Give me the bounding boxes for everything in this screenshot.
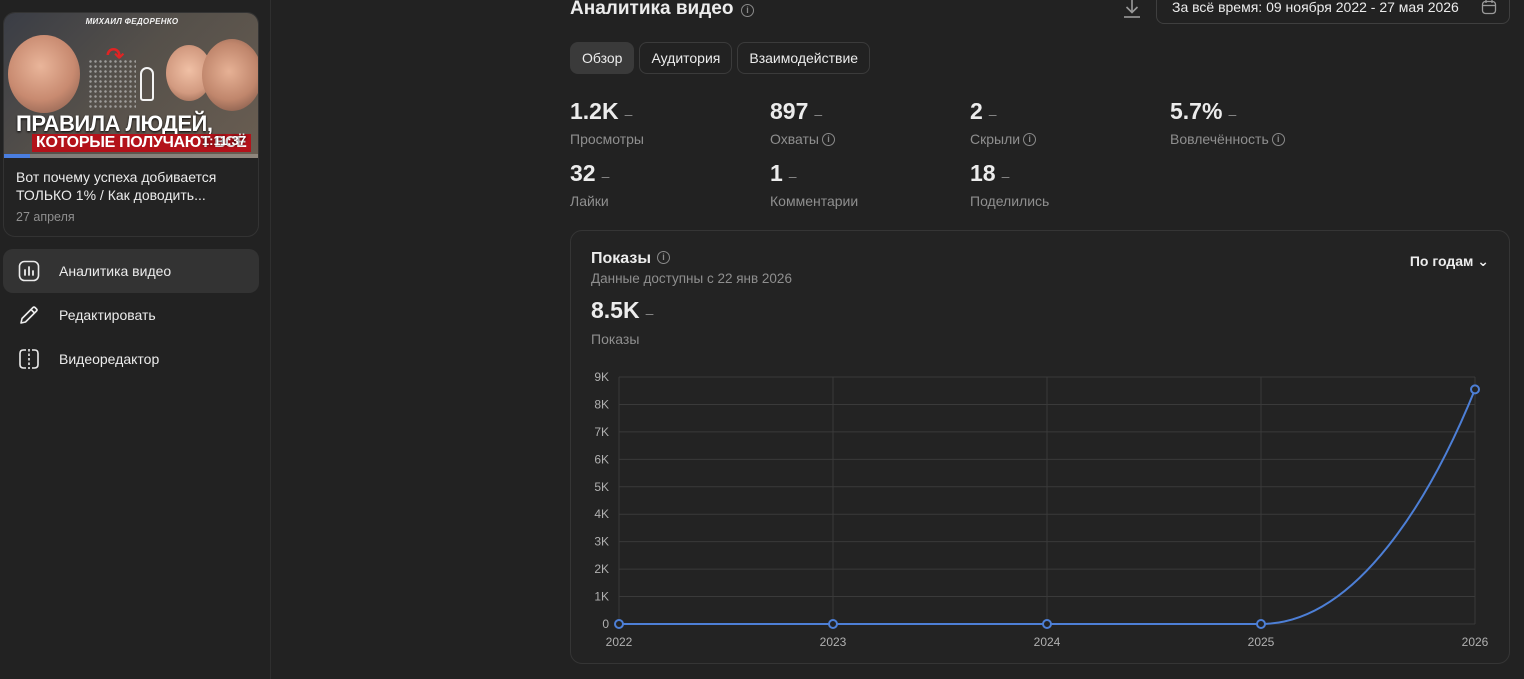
- stat-hidden: 2– Скрыли i: [970, 98, 1170, 147]
- video-title[interactable]: Вот почему успеха добивается ТОЛЬКО 1% /…: [16, 168, 248, 204]
- x-tick-label: 2026: [1462, 635, 1489, 649]
- calendar-icon: [1481, 0, 1497, 15]
- video-editor-icon: [17, 347, 41, 371]
- video-duration: 1:11:37: [201, 133, 246, 148]
- impressions-line-chart: 0 1K 2K 3K 4K 5K 6K 7K 8K 9K 2022 2023 2024 2025 2026: [594, 370, 1489, 649]
- video-date: 27 апреля: [16, 210, 75, 224]
- y-tick-label: 7K: [594, 425, 609, 439]
- stat-change: –: [1001, 168, 1010, 184]
- info-icon[interactable]: i: [821, 132, 835, 146]
- thumbnail-person: [8, 35, 80, 113]
- y-tick-label: 6K: [594, 452, 609, 466]
- date-range-label: За всё время: 09 ноября 2022 - 27 мая 20…: [1172, 0, 1459, 15]
- stat-change: –: [788, 168, 797, 184]
- info-icon[interactable]: i: [1023, 132, 1037, 146]
- stat-label: Охваты: [770, 131, 819, 147]
- video-card[interactable]: МИХАИЛ ФЕДОРЕНКО ↷ ПРАВИЛА ЛЮДЕЙ, КОТОРЫ…: [3, 12, 259, 237]
- watch-progress-bar: [4, 154, 258, 158]
- sidebar-item-label: Видеоредактор: [59, 351, 160, 367]
- sidebar-item-video-editor[interactable]: Видеоредактор: [3, 337, 259, 381]
- info-icon[interactable]: i: [741, 4, 754, 17]
- stat-label: Вовлечённость: [1170, 131, 1269, 147]
- stat-label: Скрыли: [970, 131, 1021, 147]
- y-tick-label: 4K: [594, 507, 609, 521]
- y-tick-label: 1K: [594, 590, 609, 604]
- info-icon[interactable]: i: [1271, 132, 1285, 146]
- stat-change: –: [814, 106, 823, 122]
- stat-label: Просмотры: [570, 131, 644, 147]
- date-range-picker[interactable]: За всё время: 09 ноября 2022 - 27 мая 20…: [1156, 0, 1510, 24]
- y-tick-label: 8K: [594, 397, 609, 411]
- bar-chart-icon: [17, 259, 41, 283]
- thumbnail-arrow-icon: ↷: [106, 43, 125, 68]
- stat-label: Комментарии: [770, 193, 859, 209]
- x-tick-label: 2023: [820, 635, 847, 649]
- stat-value: 1: [770, 160, 783, 186]
- pencil-icon: [17, 303, 41, 327]
- y-tick-label: 9K: [594, 370, 609, 384]
- thumbnail-figure: [140, 67, 154, 101]
- sidebar-item-analytics[interactable]: Аналитика видео: [3, 249, 259, 293]
- tab-overview[interactable]: Обзор: [570, 42, 635, 74]
- stat-views: 1.2K – Просмотры: [570, 98, 770, 147]
- stat-change: –: [1228, 106, 1237, 122]
- stat-change: –: [988, 106, 997, 122]
- stat-comments: 1– Комментарии: [770, 160, 970, 209]
- stat-value: 897: [770, 98, 809, 124]
- stat-change: –: [624, 106, 633, 122]
- y-tick-label: 0: [602, 617, 609, 631]
- sidebar-item-label: Редактировать: [59, 307, 156, 323]
- x-tick-label: 2024: [1034, 635, 1061, 649]
- y-tick-label: 2K: [594, 562, 609, 576]
- stat-value: 2: [970, 98, 983, 124]
- page-title: Аналитика видео: [570, 0, 734, 19]
- sidebar: МИХАИЛ ФЕДОРЕНКО ↷ ПРАВИЛА ЛЮДЕЙ, КОТОРЫ…: [0, 0, 271, 679]
- stat-change: –: [601, 168, 610, 184]
- stat-value: 1.2K: [570, 98, 619, 124]
- stat-label: Поделились: [970, 193, 1050, 209]
- header: Аналитика видео i За всё время: 09 ноябр…: [570, 0, 1510, 26]
- tab-engagement[interactable]: Взаимодействие: [737, 42, 871, 74]
- sidebar-item-edit[interactable]: Редактировать: [3, 293, 259, 337]
- video-thumbnail[interactable]: МИХАИЛ ФЕДОРЕНКО ↷ ПРАВИЛА ЛЮДЕЙ, КОТОРЫ…: [4, 13, 258, 158]
- stat-value: 5.7%: [1170, 98, 1223, 124]
- impressions-chart-card: Показы i Данные доступны с 22 янв 2026 По…: [570, 230, 1510, 664]
- tab-audience[interactable]: Аудитория: [639, 42, 733, 74]
- data-point: [614, 619, 624, 629]
- thumbnail-person: [202, 39, 258, 111]
- stat-label: Лайки: [570, 193, 609, 209]
- y-tick-label: 5K: [594, 480, 609, 494]
- stat-reach: 897– Охваты i: [770, 98, 970, 147]
- watch-progress-fill: [4, 154, 30, 158]
- stat-shares: 18– Поделились: [970, 160, 1170, 209]
- x-tick-label: 2022: [606, 635, 633, 649]
- data-point: [1470, 384, 1480, 395]
- data-point: [1042, 619, 1052, 629]
- data-point: [1256, 619, 1266, 629]
- y-tick-label: 3K: [594, 535, 609, 549]
- x-tick-label: 2025: [1248, 635, 1275, 649]
- stat-engagement: 5.7% – Вовлечённость i: [1170, 98, 1370, 147]
- stat-value: 32: [570, 160, 596, 186]
- tab-bar: Обзор Аудитория Взаимодействие: [570, 42, 871, 74]
- stat-likes: 32– Лайки: [570, 160, 770, 209]
- stat-value: 18: [970, 160, 996, 186]
- download-icon[interactable]: [1122, 0, 1142, 20]
- sidebar-nav: Аналитика видео Редактировать Видеоредак…: [3, 249, 259, 381]
- thumbnail-author: МИХАИЛ ФЕДОРЕНКО: [85, 17, 179, 26]
- sidebar-item-label: Аналитика видео: [59, 263, 172, 279]
- data-point: [828, 619, 838, 629]
